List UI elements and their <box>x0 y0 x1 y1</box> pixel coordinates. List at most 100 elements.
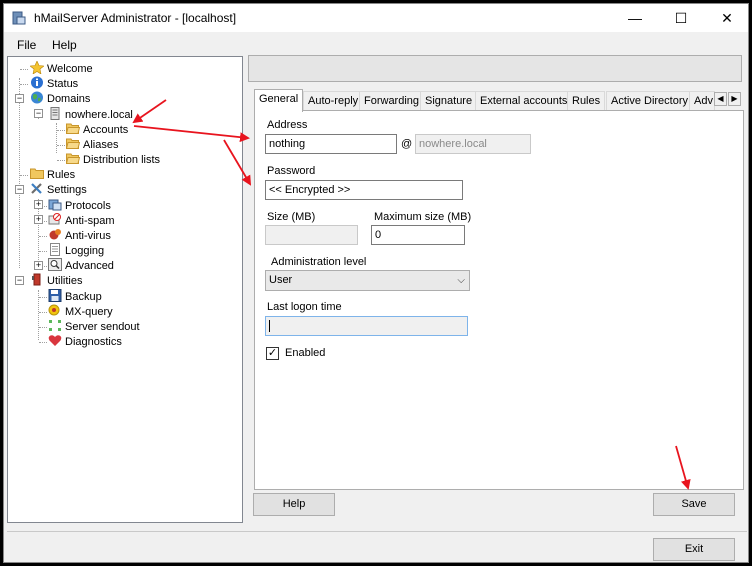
tree-item-domain-nowhere-local[interactable]: nowhere.local <box>48 107 133 122</box>
maximize-button[interactable]: ☐ <box>658 4 704 32</box>
tree-label-accounts: Accounts <box>83 124 129 136</box>
tree-item-logging[interactable]: Logging <box>48 243 104 258</box>
globe-icon <box>30 91 44 104</box>
tree-item-diagnostics[interactable]: Diagnostics <box>48 334 122 349</box>
tree-label-domain: nowhere.local <box>65 109 133 121</box>
size-label: Size (MB) <box>267 211 316 223</box>
menu-file[interactable]: File <box>17 38 36 52</box>
tree-item-aliases[interactable]: Aliases <box>65 137 119 152</box>
last-logon-time-field[interactable] <box>265 316 468 336</box>
tree-label-protocols: Protocols <box>65 200 111 212</box>
tree-label-status: Status <box>47 78 79 90</box>
domain-field: nowhere.local <box>415 134 531 154</box>
protocols-expand-toggle[interactable]: + <box>34 200 43 209</box>
window-title: hMailServer Administrator - [localhost] <box>34 11 237 25</box>
tree-item-protocols[interactable]: Protocols <box>48 198 111 213</box>
tree-label-distribution-lists: Distribution lists <box>83 154 161 166</box>
heart-icon <box>48 334 62 347</box>
info-icon <box>30 76 44 89</box>
tree-item-accounts[interactable]: Accounts <box>65 122 129 137</box>
domain-collapse-toggle[interactable]: − <box>34 109 43 118</box>
open-folder-icon <box>65 137 81 150</box>
tab-forwarding[interactable]: Forwarding <box>359 91 425 111</box>
at-sign-label: @ <box>401 138 413 150</box>
text-cursor <box>269 320 270 332</box>
administration-level-value: User <box>269 274 293 286</box>
minimize-button[interactable]: — <box>612 4 658 32</box>
menu-help[interactable]: Help <box>52 38 77 52</box>
tree-item-rules[interactable]: Rules <box>30 167 75 182</box>
open-folder-icon <box>65 152 81 165</box>
tree-item-welcome[interactable]: Welcome <box>29 60 93 76</box>
domains-collapse-toggle[interactable]: − <box>15 94 24 103</box>
tree-item-domains[interactable]: Domains <box>30 91 90 106</box>
exit-button[interactable]: Exit <box>653 538 735 561</box>
address-field[interactable]: nothing <box>265 134 397 154</box>
maximum-size-field[interactable]: 0 <box>371 225 465 245</box>
administration-level-label: Administration level <box>271 256 367 268</box>
tree-item-backup[interactable]: Backup <box>48 289 102 304</box>
utilities-icon <box>30 273 44 286</box>
floppy-disk-icon <box>48 289 62 302</box>
tab-active-directory[interactable]: Active Directory <box>606 91 694 111</box>
tab-external-accounts[interactable]: External accounts <box>475 91 573 111</box>
last-logon-time-label: Last logon time <box>267 301 342 313</box>
tree-label-aliases: Aliases <box>83 139 119 151</box>
password-label: Password <box>267 165 316 177</box>
tree-item-mx-query[interactable]: MX-query <box>48 304 113 319</box>
query-icon <box>48 304 62 317</box>
tree-item-settings[interactable]: Settings <box>30 182 87 197</box>
administration-level-select[interactable]: User ⌵ <box>265 270 470 291</box>
tools-icon <box>30 182 44 195</box>
app-window: hMailServer Administrator - [localhost] … <box>3 3 749 563</box>
footer-divider <box>7 531 747 532</box>
tree-item-anti-spam[interactable]: Anti-spam <box>48 213 115 228</box>
size-field <box>265 225 358 245</box>
address-label: Address <box>267 119 308 131</box>
tree-label-diagnostics: Diagnostics <box>65 336 122 348</box>
tab-scroll-left-button[interactable]: ◀ <box>714 92 727 106</box>
folder-icon <box>30 167 44 180</box>
tree-item-distribution-lists[interactable]: Distribution lists <box>65 152 161 167</box>
help-button[interactable]: Help <box>253 493 335 516</box>
save-button[interactable]: Save <box>653 493 735 516</box>
tree-label-logging: Logging <box>65 245 105 257</box>
title-bar: hMailServer Administrator - [localhost] … <box>4 4 748 32</box>
tree-label-mx-query: MX-query <box>65 306 113 318</box>
tab-rules[interactable]: Rules <box>567 91 606 111</box>
anti-spam-icon <box>48 213 62 226</box>
tree-label-welcome: Welcome <box>47 63 93 75</box>
tree-item-status[interactable]: Status <box>30 76 78 91</box>
tab-advanced[interactable]: Adv <box>689 91 715 111</box>
maximum-size-label: Maximum size (MB) <box>374 211 472 223</box>
tree-item-advanced[interactable]: Advanced <box>48 258 114 273</box>
tab-general[interactable]: General <box>254 89 304 112</box>
tree-item-server-sendout[interactable]: Server sendout <box>48 319 140 334</box>
log-document-icon <box>48 243 62 256</box>
menu-bar: File Help <box>4 34 748 54</box>
anti-spam-expand-toggle[interactable]: + <box>34 215 43 224</box>
advanced-expand-toggle[interactable]: + <box>34 261 43 270</box>
tree-label-rules: Rules <box>47 169 76 181</box>
tab-signature[interactable]: Signature <box>420 91 478 111</box>
protocols-icon <box>48 198 62 211</box>
tree-label-utilities: Utilities <box>47 275 83 287</box>
password-field[interactable]: << Encrypted >> <box>265 180 463 200</box>
tree-label-advanced: Advanced <box>65 260 114 272</box>
enabled-label: Enabled <box>285 347 326 359</box>
utilities-collapse-toggle[interactable]: − <box>15 276 24 285</box>
tree-item-utilities[interactable]: Utilities <box>30 273 82 288</box>
page-header-bar <box>248 55 742 82</box>
close-button[interactable]: ✕ <box>704 4 748 32</box>
settings-collapse-toggle[interactable]: − <box>15 185 24 194</box>
tab-auto-reply[interactable]: Auto-reply <box>303 91 364 111</box>
magnifier-icon <box>48 258 62 271</box>
tree-item-anti-virus[interactable]: Anti-virus <box>48 228 111 243</box>
server-icon <box>48 107 62 120</box>
enabled-checkbox[interactable]: ✓ <box>266 347 279 360</box>
anti-virus-icon <box>48 228 62 241</box>
tree-label-server-sendout: Server sendout <box>65 321 140 333</box>
tab-scroll-right-button[interactable]: ▶ <box>728 92 741 106</box>
navigation-tree: − − − + + + − Welcome Status Domains now… <box>7 56 243 523</box>
star-icon <box>29 60 45 75</box>
